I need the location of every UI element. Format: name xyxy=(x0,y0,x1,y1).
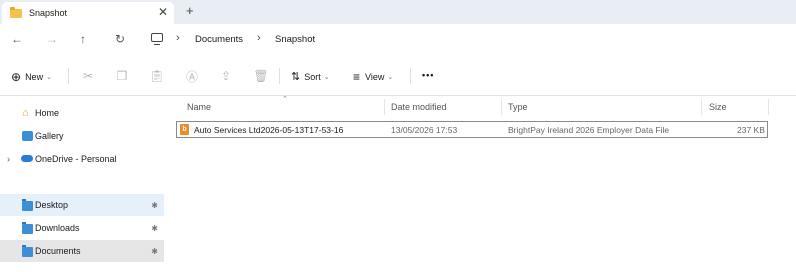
gallery-icon xyxy=(22,131,33,141)
breadcrumb-documents[interactable]: Documents xyxy=(195,34,243,45)
folder-icon xyxy=(10,6,22,18)
sidebar-item-home[interactable]: ⌂ Home xyxy=(0,102,164,124)
sidebar-item-downloads[interactable]: Downloads ✱ xyxy=(0,217,164,239)
chevron-down-icon: ⌄ xyxy=(46,74,52,81)
breadcrumb-separator: › xyxy=(257,32,261,44)
home-icon: ⌂ xyxy=(22,107,29,119)
sidebar-item-label: Desktop xyxy=(35,200,69,210)
brightpay-file-icon: b xyxy=(180,124,189,135)
view-icon: ≡ xyxy=(353,70,361,84)
plus-circle-icon: ⊕ xyxy=(11,70,22,84)
pin-icon[interactable]: ✱ xyxy=(151,224,158,233)
sidebar-item-label: OneDrive - Personal xyxy=(35,154,117,164)
table-row[interactable]: b Auto Services Ltd2026-05-13T17-53-16 1… xyxy=(176,121,768,138)
paste-icon[interactable]: 📋︎ xyxy=(149,69,164,83)
copy-icon[interactable]: ❐ xyxy=(115,69,129,83)
column-divider[interactable] xyxy=(701,99,702,115)
tab-title: Snapshot xyxy=(29,8,68,18)
sidebar-item-label: Gallery xyxy=(35,131,64,141)
view-button[interactable]: ≡ View ⌄ xyxy=(353,70,393,84)
documents-folder-icon xyxy=(22,245,33,257)
tab-snapshot[interactable]: Snapshot ✕ xyxy=(2,2,174,24)
expand-chevron-icon[interactable]: › xyxy=(7,154,10,164)
sidebar-item-label: Downloads xyxy=(35,223,80,233)
pin-icon[interactable]: ✱ xyxy=(151,247,158,256)
delete-icon[interactable]: 🗑︎ xyxy=(253,69,268,83)
column-header-size[interactable]: Size xyxy=(709,102,727,112)
file-date-modified: 13/05/2026 17:53 xyxy=(391,125,458,135)
cloud-icon xyxy=(21,155,33,162)
sort-caret-icon: ⌃ xyxy=(282,96,288,103)
view-label: View xyxy=(365,72,385,82)
command-toolbar: ⊕ New ⌄ ✂ ❐ 📋︎ Ⓐ ⇪ 🗑︎ ⇅ Sort ⌄ ≡ View ⌄ … xyxy=(0,58,796,96)
downloads-folder-icon xyxy=(22,222,33,234)
sidebar-item-gallery[interactable]: Gallery xyxy=(0,125,164,147)
chevron-down-icon: ⌄ xyxy=(323,73,330,81)
cut-icon[interactable]: ✂ xyxy=(81,69,95,83)
column-divider[interactable] xyxy=(384,99,385,115)
toolbar-divider xyxy=(410,68,411,84)
column-header-name[interactable]: Name xyxy=(187,102,211,112)
rename-icon[interactable]: Ⓐ xyxy=(185,69,199,84)
navigation-pane: ⌂ Home Gallery › OneDrive - Personal Des… xyxy=(0,96,164,272)
sidebar-item-desktop[interactable]: Desktop ✱ xyxy=(0,194,164,216)
forward-button[interactable]: → xyxy=(46,32,58,46)
toolbar-divider xyxy=(279,68,280,84)
breadcrumb-snapshot[interactable]: Snapshot xyxy=(275,34,315,45)
back-button[interactable]: ← xyxy=(11,32,23,46)
sidebar-item-documents[interactable]: Documents ✱ xyxy=(0,240,164,262)
sort-button[interactable]: ⇅ Sort ⌄ xyxy=(291,70,330,83)
new-label: New xyxy=(25,72,44,82)
column-divider[interactable] xyxy=(501,99,502,115)
refresh-button[interactable]: ↻ xyxy=(115,32,125,46)
more-options-button[interactable]: ••• xyxy=(422,70,434,80)
tab-bar: Snapshot ✕ + xyxy=(0,0,796,24)
pin-icon[interactable]: ✱ xyxy=(151,201,158,210)
column-header-date[interactable]: Date modified xyxy=(391,102,447,112)
toolbar-divider xyxy=(68,68,69,84)
sidebar-item-onedrive[interactable]: › OneDrive - Personal xyxy=(0,148,164,170)
chevron-down-icon: ⌄ xyxy=(387,74,394,81)
sort-icon: ⇅ xyxy=(291,71,301,83)
this-pc-icon[interactable] xyxy=(151,33,163,45)
file-size: 237 KB xyxy=(737,125,765,135)
file-name: Auto Services Ltd2026-05-13T17-53-16 xyxy=(194,125,344,135)
share-icon[interactable]: ⇪ xyxy=(219,69,233,83)
desktop-folder-icon xyxy=(22,199,33,211)
new-tab-button[interactable]: + xyxy=(186,3,194,18)
column-header-type[interactable]: Type xyxy=(508,102,528,112)
breadcrumb-separator: › xyxy=(176,32,180,44)
file-list: ⌃ Name Date modified Type Size b Auto Se… xyxy=(164,96,796,272)
close-tab-icon[interactable]: ✕ xyxy=(158,5,168,19)
address-bar: ← → ↑ ↻ › Documents › Snapshot xyxy=(0,24,796,56)
file-type: BrightPay Ireland 2026 Employer Data Fil… xyxy=(508,125,670,135)
column-divider[interactable] xyxy=(768,99,769,115)
sidebar-item-label: Documents xyxy=(35,246,81,256)
up-button[interactable]: ↑ xyxy=(80,32,86,46)
sidebar-item-label: Home xyxy=(35,108,60,118)
new-button[interactable]: ⊕ New ⌄ xyxy=(11,70,52,84)
sort-label: Sort xyxy=(304,71,321,82)
